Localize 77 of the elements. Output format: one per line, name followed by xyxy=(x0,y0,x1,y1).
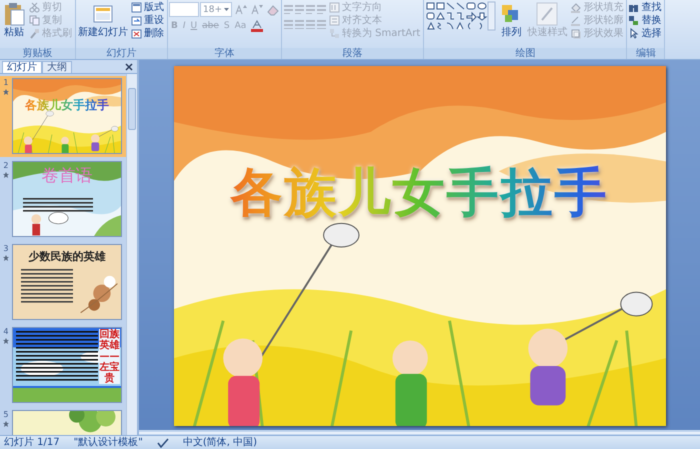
text-direction-icon xyxy=(329,2,340,13)
ribbon-button[interactable]: 替换 xyxy=(628,14,664,27)
new-slide-button[interactable]: 新建幻灯片 xyxy=(77,1,129,38)
theme-name: "默认设计模板" xyxy=(74,436,143,448)
slide-thumbnail[interactable]: 少数民族的英雄 xyxy=(12,244,122,320)
slide-list-item[interactable]: 1 各族儿女手拉手 xyxy=(0,76,126,157)
fill-icon xyxy=(570,2,582,13)
grow-font-icon[interactable] xyxy=(234,4,248,16)
outline-icon xyxy=(570,15,582,26)
reset-icon xyxy=(131,15,142,26)
slide-list-item[interactable]: 4 回族英雄——左宝贵 xyxy=(0,325,126,406)
group-label: 字体 xyxy=(168,48,281,59)
star-icon xyxy=(2,421,9,427)
brush-icon xyxy=(29,28,40,39)
slide-title: 回族英雄——左宝贵 xyxy=(99,329,120,384)
ribbon-button[interactable]: 排列 xyxy=(498,1,524,38)
font-size-field[interactable]: 18+ xyxy=(200,2,232,17)
slide-number: 4 xyxy=(3,327,8,336)
group-label: 绘图 xyxy=(424,48,626,59)
group-label: 编辑 xyxy=(627,48,664,59)
slide-number: 5 xyxy=(3,410,8,419)
alignment-icons-drawing[interactable] xyxy=(283,18,327,30)
slide-title: 少数民族的英雄 xyxy=(27,249,106,264)
star-icon xyxy=(2,89,9,95)
ribbon-button[interactable]: 查找 xyxy=(628,1,664,14)
smartart-icon xyxy=(329,28,340,39)
replace-icon xyxy=(628,15,640,26)
align-text-icon xyxy=(329,15,340,26)
slide-thumbnail[interactable]: 回族英雄——左宝贵 xyxy=(12,327,122,403)
list-icons-drawing[interactable] xyxy=(283,3,327,15)
delete-icon xyxy=(131,28,142,39)
panel-tab[interactable]: 大纲 xyxy=(42,61,72,73)
group-label: 剪贴板 xyxy=(0,48,75,59)
eraser-icon[interactable] xyxy=(266,4,280,16)
format-button[interactable]: S xyxy=(222,19,232,32)
copy-icon xyxy=(29,15,40,26)
effects-icon xyxy=(570,28,582,39)
scrollbar[interactable] xyxy=(126,74,137,435)
scissors-icon xyxy=(29,2,40,13)
format-button[interactable]: U xyxy=(188,19,200,32)
ribbon-button[interactable]: 重设 xyxy=(131,14,166,27)
format-button[interactable]: Aa xyxy=(232,19,248,32)
slide-number: 1 xyxy=(3,78,8,87)
slide-list-item[interactable]: 5 xyxy=(0,408,126,435)
pen-icon xyxy=(536,2,558,26)
slide-list-item[interactable]: 3 少数民族的英雄 xyxy=(0,242,126,323)
shapes-gallery[interactable] xyxy=(425,1,496,32)
font-color-icon[interactable] xyxy=(250,20,264,32)
star-icon xyxy=(2,338,9,344)
slide-number: 2 xyxy=(3,161,8,170)
text-lines-drawing xyxy=(20,269,73,305)
format-button[interactable]: B xyxy=(169,19,180,32)
ribbon-button[interactable]: 删除 xyxy=(131,27,166,40)
spell-check-icon[interactable] xyxy=(156,438,169,448)
layout-icon xyxy=(131,2,142,13)
panel-tab[interactable]: 幻灯片 xyxy=(2,61,42,73)
cursor-icon xyxy=(628,28,640,39)
format-button[interactable]: I xyxy=(180,19,188,32)
language-indicator[interactable]: 中文(简体, 中国) xyxy=(182,436,258,448)
format-button[interactable]: abe xyxy=(200,19,221,32)
slide-number: 3 xyxy=(3,244,8,253)
shrink-font-icon[interactable] xyxy=(250,4,264,16)
slide-counter: 幻灯片 1/17 xyxy=(4,436,60,448)
group-label: 幻灯片 xyxy=(76,48,167,59)
ribbon-button[interactable]: 粘贴 xyxy=(1,1,27,38)
font-name-field[interactable] xyxy=(169,2,199,17)
slide-thumbnail[interactable]: 各族儿女手拉手 xyxy=(12,78,122,154)
clipboard-icon xyxy=(3,2,25,26)
ribbon-button[interactable]: 版式 xyxy=(131,1,166,14)
star-icon xyxy=(2,172,9,178)
dropdown-arrow-icon[interactable] xyxy=(224,8,229,11)
star-icon xyxy=(2,255,9,261)
group-label: 段落 xyxy=(282,48,424,59)
ribbon-button[interactable]: 选择 xyxy=(628,27,664,40)
binoculars-icon xyxy=(628,2,640,13)
text-lines-drawing xyxy=(22,198,93,214)
close-icon[interactable] xyxy=(125,63,133,71)
